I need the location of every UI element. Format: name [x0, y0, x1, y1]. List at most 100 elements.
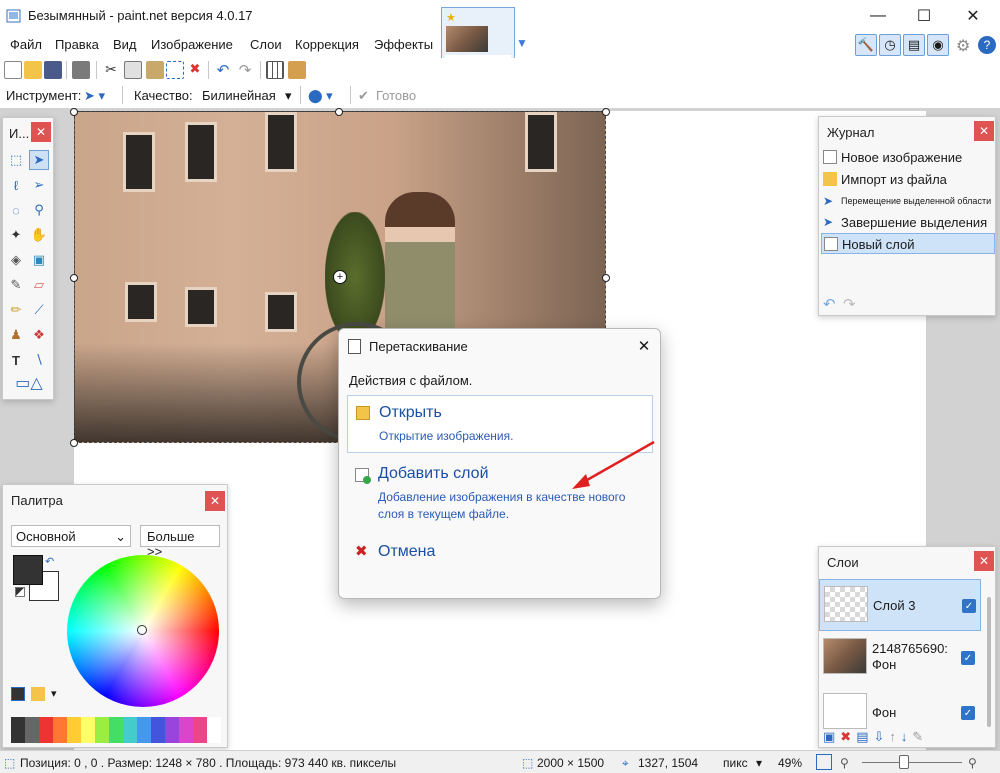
chevron-down-icon[interactable]: ▾: [756, 756, 762, 770]
zoom-value[interactable]: 49%: [778, 756, 802, 770]
move-selection-icon[interactable]: ➤ ▾: [84, 88, 105, 104]
layer-visibility-checkbox[interactable]: ✓: [962, 599, 976, 613]
delete-layer-icon[interactable]: ✖: [840, 729, 856, 744]
close-icon[interactable]: ✕: [974, 121, 994, 141]
swap-colors-icon[interactable]: ↶: [45, 555, 54, 568]
minimize-button[interactable]: —: [855, 0, 901, 32]
layer-row[interactable]: 2148765690: Фон ✓: [819, 632, 981, 684]
merge-down-icon[interactable]: ⇩: [874, 729, 890, 744]
redo-icon[interactable]: ↷: [236, 61, 254, 79]
menu-file[interactable]: Файл: [10, 37, 42, 52]
chevron-down-icon[interactable]: ▾: [285, 88, 292, 104]
add-layer-icon[interactable]: ▣: [823, 729, 840, 744]
units-select[interactable]: пикс: [723, 756, 748, 770]
color-picker-icon[interactable]: ⟋: [29, 300, 49, 320]
recolor-icon[interactable]: ❖: [29, 325, 49, 345]
more-colors-button[interactable]: Больше >>: [140, 525, 220, 559]
close-icon[interactable]: ✕: [205, 491, 225, 511]
zoom-slider-track[interactable]: [862, 762, 962, 763]
colors-window-toggle-icon[interactable]: ◉: [927, 34, 949, 56]
layers-window-toggle-icon[interactable]: ▤: [903, 34, 925, 56]
resize-handle[interactable]: [602, 274, 610, 282]
duplicate-layer-icon[interactable]: ▤: [856, 729, 873, 744]
history-item[interactable]: Новое изображение: [821, 147, 995, 168]
help-icon[interactable]: ?: [978, 36, 996, 54]
cancel-command-button[interactable]: ✖ Отмена: [347, 535, 653, 569]
print-icon[interactable]: [72, 61, 90, 79]
undo-icon[interactable]: ↶: [214, 61, 232, 79]
close-icon[interactable]: ✕: [633, 335, 655, 357]
close-window-button[interactable]: ✕: [950, 0, 996, 32]
history-window-toggle-icon[interactable]: ◷: [879, 34, 901, 56]
crop-icon[interactable]: [166, 61, 184, 79]
layer-visibility-checkbox[interactable]: ✓: [961, 706, 975, 720]
gradient-icon[interactable]: ▣: [29, 250, 49, 270]
gear-icon[interactable]: ⚙: [956, 36, 970, 56]
grid-icon[interactable]: [266, 61, 284, 79]
shapes-icon[interactable]: ▭△: [9, 373, 49, 393]
layer-visibility-checkbox[interactable]: ✓: [961, 651, 975, 665]
open-folder-icon[interactable]: [24, 61, 42, 79]
palette-select[interactable]: Основной ⌄: [11, 525, 131, 547]
history-item[interactable]: ➤ Перемещение выделенной области: [821, 191, 995, 212]
paste-icon[interactable]: [146, 61, 164, 79]
undo-icon[interactable]: ↶: [823, 295, 836, 313]
resize-handle[interactable]: [70, 439, 78, 447]
save-icon[interactable]: [44, 61, 62, 79]
done-button[interactable]: Готово: [376, 88, 416, 103]
line-curve-icon[interactable]: ∖: [29, 350, 49, 370]
history-item-selected[interactable]: Новый слой: [821, 233, 995, 254]
menu-image[interactable]: Изображение: [151, 37, 233, 52]
menu-edit[interactable]: Правка: [55, 37, 99, 52]
resize-handle[interactable]: [70, 274, 78, 282]
magic-wand-icon[interactable]: ✦: [6, 225, 26, 245]
menu-adjustments[interactable]: Коррекция: [295, 37, 359, 52]
clone-stamp-icon[interactable]: ♟: [6, 325, 26, 345]
cut-icon[interactable]: ✂: [102, 61, 120, 79]
ellipse-select-icon[interactable]: ◌: [6, 200, 26, 220]
deselect-icon[interactable]: ✖: [186, 61, 204, 79]
color-mode-icon[interactable]: [11, 687, 25, 701]
pencil-icon[interactable]: ✏: [6, 300, 26, 320]
move-up-icon[interactable]: ↑: [889, 729, 901, 744]
zoom-to-window-icon[interactable]: [816, 754, 832, 770]
eraser-icon[interactable]: ▱: [29, 275, 49, 295]
zoom-out-icon[interactable]: ⚲: [840, 756, 849, 770]
zoom-in-icon[interactable]: ⚲: [968, 756, 977, 770]
palette-menu-icon[interactable]: [31, 687, 45, 701]
move-handle-icon[interactable]: +: [333, 270, 347, 284]
reset-colors-icon[interactable]: [15, 587, 25, 597]
history-item[interactable]: ➤ Завершение выделения: [821, 212, 995, 233]
tools-window-toggle-icon[interactable]: 🔨: [855, 34, 877, 56]
move-selected-icon[interactable]: ➤: [29, 150, 49, 170]
menu-effects[interactable]: Эффекты: [374, 37, 433, 52]
color-wheel-picker[interactable]: [137, 625, 147, 635]
chevron-down-icon[interactable]: ▼: [516, 36, 528, 50]
resize-handle[interactable]: [70, 108, 78, 116]
zoom-icon[interactable]: ⚲: [29, 200, 49, 220]
layer-row[interactable]: Слой 3 ✓: [819, 579, 981, 631]
resize-handle[interactable]: [335, 108, 343, 116]
close-icon[interactable]: ✕: [31, 122, 51, 142]
antialias-icon[interactable]: ⬤ ▾: [308, 88, 333, 104]
new-file-icon[interactable]: [4, 61, 22, 79]
chevron-down-icon[interactable]: ▾: [51, 687, 57, 700]
menu-layers[interactable]: Слои: [250, 37, 282, 52]
layers-scrollbar[interactable]: [987, 597, 991, 727]
menu-view[interactable]: Вид: [113, 37, 137, 52]
rectangle-select-icon[interactable]: ⬚: [6, 150, 26, 170]
paintbrush-icon[interactable]: ✎: [6, 275, 26, 295]
paint-bucket-icon[interactable]: ◈: [6, 250, 26, 270]
primary-color-swatch[interactable]: [13, 555, 43, 585]
pan-icon[interactable]: ✋: [29, 225, 49, 245]
close-icon[interactable]: ✕: [974, 551, 994, 571]
lasso-icon[interactable]: ℓ: [6, 175, 26, 195]
copy-icon[interactable]: [124, 61, 142, 79]
move-selection-icon[interactable]: ➢: [29, 175, 49, 195]
history-item[interactable]: Импорт из файла: [821, 169, 995, 190]
text-icon[interactable]: T: [6, 350, 26, 370]
layer-properties-icon[interactable]: ✎: [912, 729, 928, 744]
move-down-icon[interactable]: ↓: [901, 729, 913, 744]
redo-icon[interactable]: ↷: [843, 295, 856, 313]
maximize-button[interactable]: ☐: [901, 0, 947, 32]
